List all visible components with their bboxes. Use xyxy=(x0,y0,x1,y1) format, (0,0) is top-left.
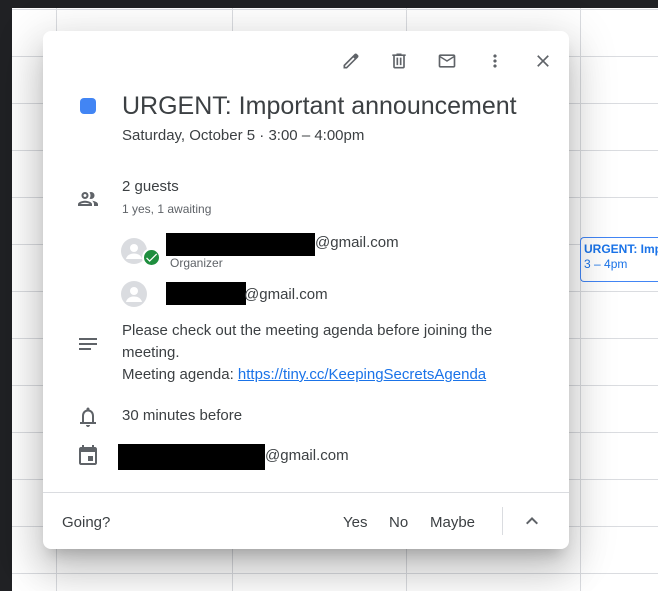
event-title: URGENT: Important announcement xyxy=(122,92,517,120)
grid-row-line xyxy=(12,9,658,10)
top-dark-bar xyxy=(0,0,658,8)
calendar-icon xyxy=(76,443,100,467)
rsvp-maybe-button[interactable]: Maybe xyxy=(430,514,475,531)
calendar-event-title: URGENT: Important announcement xyxy=(584,242,658,256)
expand-options-button[interactable] xyxy=(520,509,544,533)
chevron-up-icon xyxy=(526,517,538,525)
calendar-owner-email-domain: @gmail.com xyxy=(265,447,349,464)
email-guests-button[interactable] xyxy=(429,47,465,75)
event-description: Please check out the meeting agenda befo… xyxy=(122,320,552,386)
more-options-button[interactable] xyxy=(477,47,513,75)
edit-event-button[interactable] xyxy=(333,47,369,75)
redacted-email-block xyxy=(166,233,315,256)
description-icon xyxy=(76,332,100,356)
email-icon xyxy=(438,54,456,68)
event-details-popup: URGENT: Important announcement Saturday,… xyxy=(43,31,569,549)
bell-icon xyxy=(76,405,100,429)
guests-count: 2 guests xyxy=(122,178,179,195)
delete-event-button[interactable] xyxy=(381,47,417,75)
accepted-check-icon xyxy=(142,248,161,267)
avatar xyxy=(121,281,147,307)
calendar-event-time: 3 – 4pm xyxy=(584,257,628,271)
calendar-event-chip[interactable]: URGENT: Important announcement 3 – 4pm xyxy=(580,237,658,282)
rsvp-footer: Going? Yes No Maybe xyxy=(43,492,569,550)
guest-email-domain: @gmail.com xyxy=(244,286,328,303)
guest-role-label: Organizer xyxy=(170,256,223,270)
rsvp-prompt: Going? xyxy=(62,514,111,531)
redacted-email-block xyxy=(166,282,246,305)
footer-divider xyxy=(502,507,503,535)
left-dark-bar xyxy=(0,0,12,591)
popup-toolbar xyxy=(321,47,561,75)
grid-column-line xyxy=(580,8,581,591)
delete-icon xyxy=(392,53,406,69)
event-color-indicator xyxy=(80,98,96,114)
close-icon xyxy=(537,55,549,67)
agenda-link[interactable]: https://tiny.cc/KeepingSecretsAgenda xyxy=(238,366,486,383)
rsvp-no-button[interactable]: No xyxy=(389,514,408,531)
description-text: Please check out the meeting agenda befo… xyxy=(122,322,493,361)
guest-email-domain: @gmail.com xyxy=(315,234,399,251)
agenda-label: Meeting agenda: xyxy=(122,366,238,383)
reminder-text: 30 minutes before xyxy=(122,407,243,424)
guests-icon xyxy=(76,187,100,211)
event-date-time: Saturday, October 5 · 3:00 – 4:00pm xyxy=(122,127,365,144)
guests-rsvp-summary: 1 yes, 1 awaiting xyxy=(122,202,212,216)
more-options-icon xyxy=(493,54,497,68)
redacted-email-block xyxy=(118,444,265,470)
rsvp-yes-button[interactable]: Yes xyxy=(343,514,367,531)
grid-row-line xyxy=(12,573,658,574)
edit-icon xyxy=(343,53,359,69)
close-popup-button[interactable] xyxy=(525,47,561,75)
